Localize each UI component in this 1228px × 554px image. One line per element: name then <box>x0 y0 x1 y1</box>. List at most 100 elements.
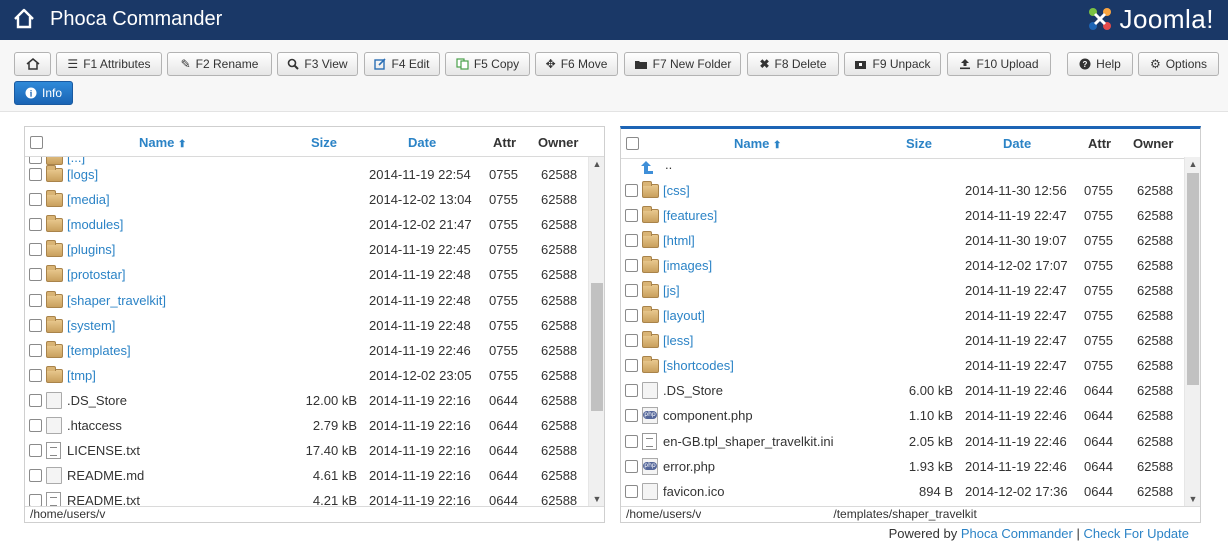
date-column-header[interactable]: Date <box>408 135 436 150</box>
table-row[interactable]: component.php 1.10 kB 2014-11-19 22:46 0644… <box>621 403 1184 428</box>
select-all-checkbox[interactable] <box>30 136 43 149</box>
file-name[interactable]: [images] <box>663 258 712 273</box>
move-button[interactable]: ✥ F6 Move <box>535 52 618 76</box>
table-row[interactable]: [tmp] 2014-12-02 23:05 0755 62588 <box>25 363 588 388</box>
file-name[interactable]: [layout] <box>663 308 705 323</box>
row-checkbox[interactable] <box>625 183 638 197</box>
file-name[interactable]: [system] <box>67 318 115 333</box>
row-checkbox[interactable] <box>625 359 638 373</box>
row-checkbox[interactable] <box>29 368 42 382</box>
table-row[interactable]: favicon.ico 894 B 2014-12-02 17:36 0644 6258… <box>621 479 1184 504</box>
row-checkbox[interactable] <box>29 243 42 257</box>
row-checkbox[interactable] <box>625 258 638 272</box>
scroll-down-arrow[interactable]: ▼ <box>1185 492 1201 506</box>
size-column-header[interactable]: Size <box>311 135 337 150</box>
file-name[interactable]: en-GB.tpl_shaper_travelkit.ini <box>663 434 834 449</box>
row-checkbox[interactable] <box>625 459 638 473</box>
file-name[interactable]: README.md <box>67 468 144 483</box>
scroll-up-arrow[interactable]: ▲ <box>1185 157 1201 171</box>
table-row[interactable]: error.php 1.93 kB 2014-11-19 22:46 0644 6258… <box>621 454 1184 479</box>
row-checkbox[interactable] <box>29 444 42 458</box>
name-column-header[interactable]: Name ⬆ <box>734 136 781 151</box>
row-checkbox[interactable] <box>625 334 638 348</box>
file-name[interactable]: README.txt <box>67 493 140 506</box>
help-button[interactable]: ? Help <box>1067 52 1133 76</box>
file-name[interactable]: LICENSE.txt <box>67 443 140 458</box>
date-column-header[interactable]: Date <box>1003 136 1031 151</box>
table-row[interactable]: .DS_Store 6.00 kB 2014-11-19 22:46 0644 6258… <box>621 378 1184 403</box>
file-name[interactable]: [html] <box>663 233 695 248</box>
row-checkbox[interactable] <box>625 283 638 297</box>
file-name[interactable]: [less] <box>663 333 693 348</box>
row-checkbox[interactable] <box>29 494 42 506</box>
row-checkbox[interactable] <box>29 218 42 232</box>
upload-button[interactable]: F10 Upload <box>947 52 1051 76</box>
name-column-header[interactable]: Name ⬆ <box>139 135 186 150</box>
table-row[interactable]: .DS_Store 12.00 kB 2014-11-19 22:16 0644 625… <box>25 388 588 413</box>
table-row[interactable]: LICENSE.txt 17.40 kB 2014-11-19 22:16 0644 6… <box>25 438 588 463</box>
table-row[interactable]: [layout] 2014-11-19 22:47 0755 62588 <box>621 303 1184 328</box>
info-button[interactable]: i Info <box>14 81 73 105</box>
table-row[interactable]: [js] 2014-11-19 22:47 0755 62588 <box>621 278 1184 303</box>
rename-button[interactable]: ✎ F2 Rename <box>167 52 272 76</box>
home-icon[interactable] <box>12 7 36 31</box>
table-row[interactable]: [system] 2014-11-19 22:48 0755 62588 <box>25 313 588 338</box>
row-checkbox[interactable] <box>29 293 42 307</box>
file-name[interactable]: favicon.ico <box>663 484 724 499</box>
attributes-button[interactable]: ☰ F1 Attributes <box>56 52 162 76</box>
table-row[interactable]: [images] 2014-12-02 17:07 0755 62588 <box>621 253 1184 278</box>
size-column-header[interactable]: Size <box>906 136 932 151</box>
table-row[interactable]: [protostar] 2014-11-19 22:48 0755 62588 <box>25 262 588 287</box>
table-row[interactable]: [features] 2014-11-19 22:47 0755 62588 <box>621 203 1184 228</box>
select-all-checkbox[interactable] <box>626 137 639 150</box>
row-checkbox[interactable] <box>29 193 42 207</box>
file-name[interactable]: [shortcodes] <box>663 358 734 373</box>
row-checkbox[interactable] <box>625 384 638 398</box>
file-name[interactable]: error.php <box>663 459 715 474</box>
table-row[interactable]: [media] 2014-12-02 13:04 0755 62588 <box>25 187 588 212</box>
file-name[interactable]: [protostar] <box>67 267 126 282</box>
row-checkbox[interactable] <box>29 168 42 181</box>
table-row[interactable]: .htaccess 2.79 kB 2014-11-19 22:16 0644 6258… <box>25 413 588 438</box>
copy-button[interactable]: F5 Copy <box>445 52 530 76</box>
file-name[interactable]: [js] <box>663 283 680 298</box>
file-name[interactable]: [tmp] <box>67 368 96 383</box>
table-row[interactable]: README.txt 4.21 kB 2014-11-19 22:16 0644 625… <box>25 488 588 506</box>
file-name[interactable]: [plugins] <box>67 242 115 257</box>
table-row[interactable]: [templates] 2014-11-19 22:46 0755 62588 <box>25 338 588 363</box>
row-checkbox[interactable] <box>625 409 638 423</box>
edit-button[interactable]: F4 Edit <box>364 52 440 76</box>
file-name[interactable]: .DS_Store <box>663 383 723 398</box>
new-folder-button[interactable]: F7 New Folder <box>624 52 741 76</box>
file-name[interactable]: [shaper_travelkit] <box>67 293 166 308</box>
file-name[interactable]: .htaccess <box>67 418 122 433</box>
row-checkbox[interactable] <box>625 233 638 247</box>
file-name[interactable]: [css] <box>663 183 690 198</box>
table-row[interactable]: [css] 2014-11-30 12:56 0755 62588 <box>621 178 1184 203</box>
table-row[interactable]: [logs] 2014-11-19 22:54 0755 62588 <box>25 162 588 187</box>
row-checkbox[interactable] <box>29 318 42 332</box>
unpack-button[interactable]: F9 Unpack <box>844 52 941 76</box>
file-name[interactable]: [logs] <box>67 167 98 182</box>
row-checkbox[interactable] <box>29 469 42 483</box>
scroll-down-arrow[interactable]: ▼ <box>589 492 605 506</box>
check-for-update-link[interactable]: Check For Update <box>1084 526 1190 541</box>
table-row[interactable]: [less] 2014-11-19 22:47 0755 62588 <box>621 328 1184 353</box>
table-row[interactable]: [plugins] 2014-11-19 22:45 0755 62588 <box>25 237 588 262</box>
scroll-thumb[interactable] <box>1187 173 1199 385</box>
row-checkbox[interactable] <box>29 343 42 357</box>
scroll-thumb[interactable] <box>591 283 603 411</box>
row-checkbox[interactable] <box>625 309 638 322</box>
table-row[interactable]: [html] 2014-11-30 19:07 0755 62588 <box>621 228 1184 253</box>
home-button[interactable] <box>14 52 51 76</box>
file-name[interactable]: [templates] <box>67 343 131 358</box>
table-row[interactable]: [modules] 2014-12-02 21:47 0755 62588 <box>25 212 588 237</box>
row-checkbox[interactable] <box>625 434 638 448</box>
table-row[interactable]: [shortcodes] 2014-11-19 22:47 0755 62588 <box>621 353 1184 378</box>
table-row[interactable]: [shaper_travelkit] 2014-11-19 22:48 0755 62… <box>25 288 588 313</box>
row-checkbox[interactable] <box>625 208 638 222</box>
file-name[interactable]: [media] <box>67 192 110 207</box>
delete-button[interactable]: ✖ F8 Delete <box>747 52 839 76</box>
file-name[interactable]: [modules] <box>67 217 123 232</box>
scroll-up-arrow[interactable]: ▲ <box>589 157 605 171</box>
